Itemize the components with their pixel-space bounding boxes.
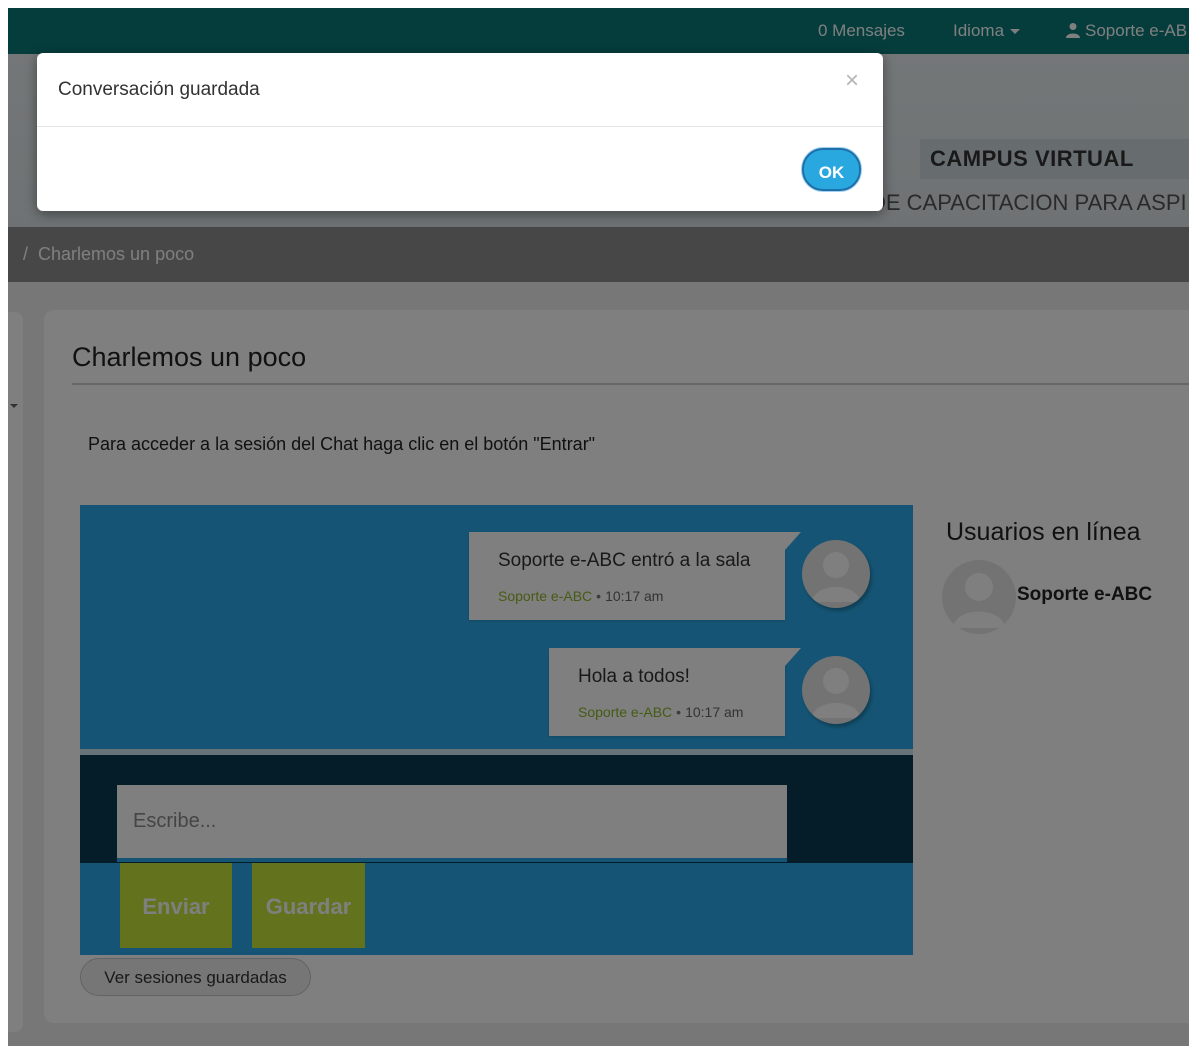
- dialog-title: Conversación guardada: [58, 79, 260, 100]
- close-icon[interactable]: ×: [845, 69, 859, 93]
- ok-button[interactable]: OK: [802, 148, 861, 191]
- dialog-divider: [37, 126, 883, 127]
- page: 0 Mensajes Idioma Soporte e-AB CAMPUS VI…: [8, 8, 1189, 1046]
- saved-conversation-dialog: Conversación guardada × OK: [37, 53, 883, 211]
